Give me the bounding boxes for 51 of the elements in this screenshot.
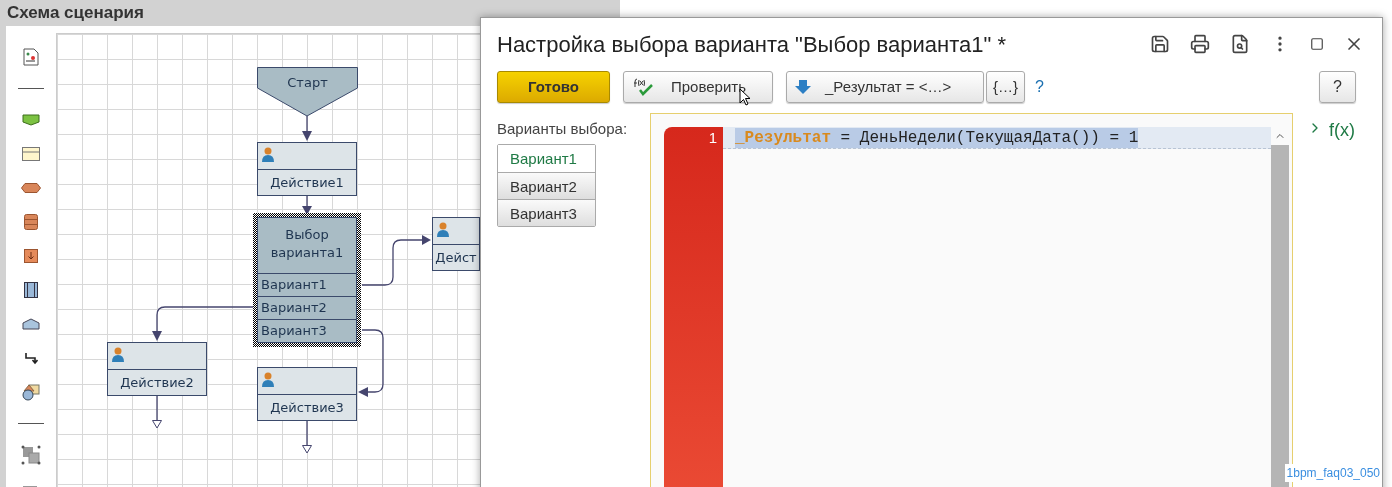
document-icon[interactable]	[23, 47, 39, 66]
figure-id: 1bpm_faq03_050	[1284, 464, 1382, 482]
help-button[interactable]: ?	[1319, 71, 1356, 103]
person-icon	[262, 372, 274, 387]
connector-arrow	[361, 235, 431, 286]
panel-title: Схема сценария	[7, 2, 144, 24]
person-icon	[112, 347, 124, 362]
action-node[interactable]: Дейст	[432, 217, 480, 271]
done-button[interactable]: Готово	[497, 71, 610, 103]
stack-icon[interactable]	[24, 213, 38, 230]
end-shape-icon[interactable]	[22, 317, 40, 330]
node-label: Действие3	[269, 399, 345, 417]
line-number: 1	[707, 128, 718, 148]
action-node[interactable]: Действие1	[257, 142, 357, 196]
action-node[interactable]: Действие3	[257, 367, 357, 421]
dialog-title: Настройка выбора варианта "Выбор варианта1" *	[497, 30, 1006, 59]
down-arrow-square-icon[interactable]	[24, 248, 38, 263]
node-label: Выбор варианта1	[269, 226, 345, 262]
option-item[interactable]: Вариант2	[498, 171, 595, 199]
person-icon	[437, 222, 449, 237]
check-button[interactable]: Проверить	[623, 71, 773, 103]
connector-icon[interactable]	[24, 350, 38, 365]
preview-icon[interactable]	[1230, 34, 1250, 54]
start-node[interactable]: Старт	[257, 67, 358, 117]
save-icon[interactable]	[1150, 34, 1170, 54]
hexagon-icon[interactable]	[21, 182, 41, 193]
choice-option[interactable]: Вариант1	[258, 273, 356, 296]
start-shape-icon[interactable]	[22, 113, 40, 126]
formula-toggle[interactable]: f(x)	[1329, 117, 1355, 144]
print-icon[interactable]	[1190, 34, 1210, 54]
action-shape-icon[interactable]	[22, 146, 40, 161]
insert-result-button[interactable]: _Результат = <…>	[786, 71, 984, 103]
person-icon	[262, 147, 274, 162]
columns-icon[interactable]	[24, 281, 38, 298]
formula-check-icon	[634, 78, 654, 96]
maximize-icon[interactable]	[1310, 37, 1324, 51]
shapes-icon[interactable]	[22, 382, 40, 401]
connector-arrow	[358, 329, 384, 397]
node-label: Дейст	[434, 249, 478, 267]
help-link[interactable]: ?	[1035, 75, 1044, 99]
connector-arrow	[302, 115, 312, 141]
down-arrow-icon	[795, 80, 811, 94]
node-label: Действие1	[269, 174, 345, 192]
choice-option[interactable]: Вариант3	[258, 319, 356, 342]
action-node[interactable]: Действие2	[107, 342, 207, 396]
group-icon[interactable]	[21, 444, 41, 465]
braces-button[interactable]: {…}	[986, 71, 1025, 103]
choice-option[interactable]: Вариант2	[258, 296, 356, 319]
options-label: Варианты выбора:	[497, 119, 629, 139]
node-label: Действие2	[119, 374, 195, 392]
option-item[interactable]: Вариант3	[498, 198, 595, 226]
